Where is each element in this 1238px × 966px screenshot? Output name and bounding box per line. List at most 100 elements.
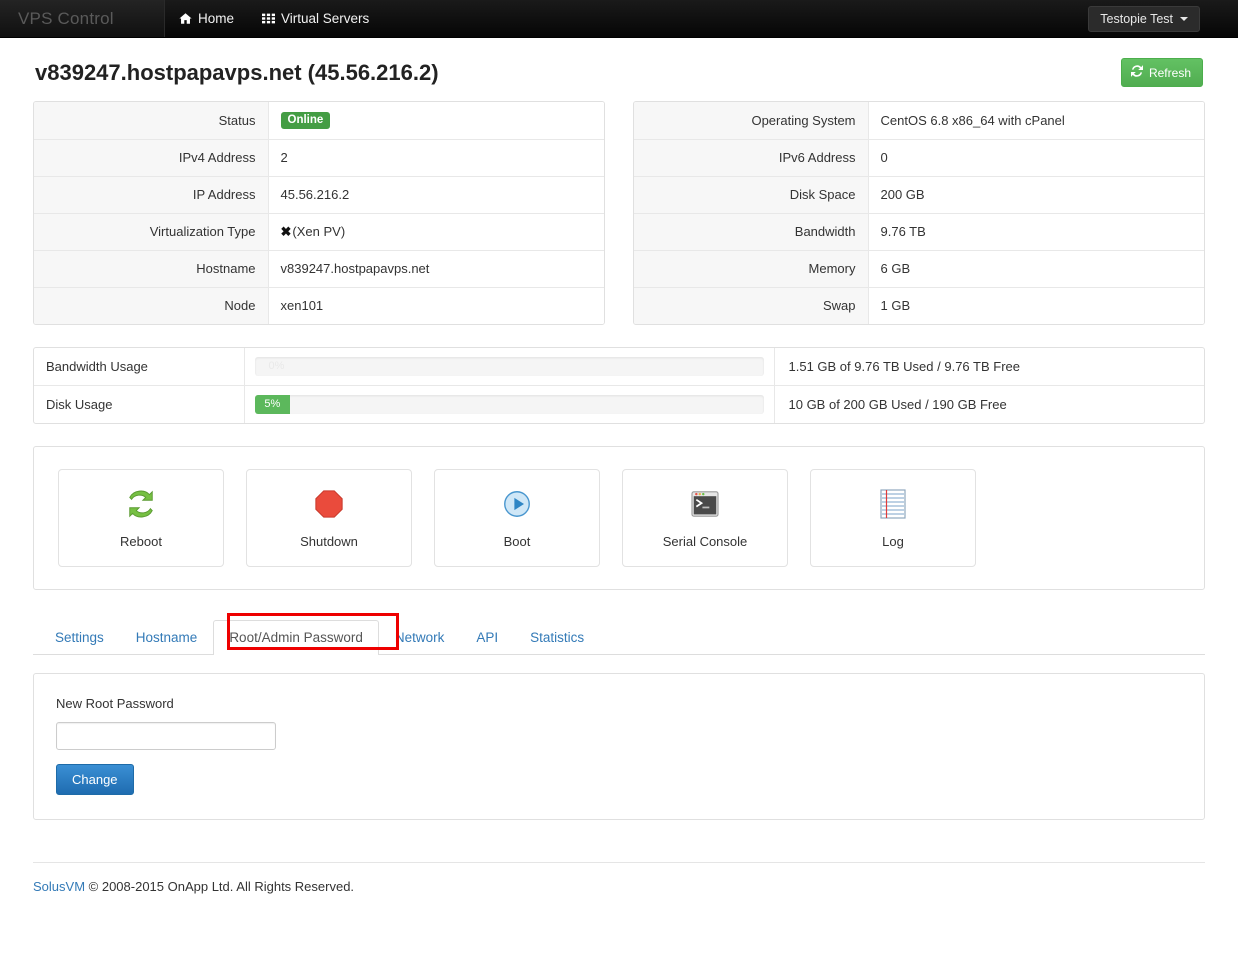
row-value: v839247.hostpapavps.net — [268, 250, 604, 287]
tab-settings[interactable]: Settings — [39, 620, 120, 655]
table-row: Operating System CentOS 6.8 x86_64 with … — [634, 102, 1204, 139]
server-info-left-panel: Status Online IPv4 Address 2 IP Address … — [33, 101, 605, 325]
nav-link-virtual-servers[interactable]: Virtual Servers — [248, 0, 383, 37]
usage-label-bandwidth: Bandwidth Usage — [34, 348, 245, 386]
row-label: Memory — [634, 250, 869, 287]
solusvm-link[interactable]: SolusVM — [33, 879, 85, 894]
progress-track: 0% — [254, 357, 764, 376]
tab-bar: Settings Hostname Root/Admin Password Ne… — [33, 613, 1205, 655]
server-info-left-table: Status Online IPv4 Address 2 IP Address … — [34, 102, 604, 324]
refresh-button[interactable]: Refresh — [1120, 58, 1203, 87]
row-value: 0 — [868, 139, 1204, 176]
reboot-icon — [126, 487, 156, 521]
table-row: Status Online — [34, 102, 604, 139]
page-container: v839247.hostpapavps.net (45.56.216.2) Re… — [33, 38, 1205, 894]
tab-statistics[interactable]: Statistics — [514, 620, 600, 655]
row-value: 45.56.216.2 — [268, 176, 604, 213]
row-label: Bandwidth — [634, 213, 869, 250]
table-row: Bandwidth 9.76 TB — [634, 213, 1204, 250]
shutdown-button[interactable]: Shutdown — [246, 469, 412, 567]
row-label: Hostname — [34, 250, 269, 287]
page-title: v839247.hostpapavps.net (45.56.216.2) — [35, 59, 439, 85]
nav-links: Home Virtual Servers — [165, 0, 383, 37]
log-button-label: Log — [882, 534, 904, 549]
row-value: (Xen PV) — [292, 223, 346, 239]
refresh-icon — [1130, 65, 1143, 80]
tab-network[interactable]: Network — [379, 620, 461, 655]
row-label: Operating System — [634, 102, 869, 139]
row-label: Virtualization Type — [34, 213, 269, 250]
server-info-section: Status Online IPv4 Address 2 IP Address … — [33, 101, 1205, 325]
row-value-status: Online — [268, 102, 604, 139]
table-row: Node xen101 — [34, 287, 604, 324]
row-value: 2 — [268, 139, 604, 176]
table-row: IP Address 45.56.216.2 — [34, 176, 604, 213]
server-info-right-table: Operating System CentOS 6.8 x86_64 with … — [634, 102, 1204, 324]
grid-icon — [262, 12, 276, 25]
table-row: Bandwidth Usage 0% 1.51 GB of 9.76 TB Us… — [34, 348, 1204, 386]
table-row: IPv4 Address 2 — [34, 139, 604, 176]
boot-button[interactable]: Boot — [434, 469, 600, 567]
progress-fill-bandwidth: 0% — [268, 360, 285, 372]
table-row: Virtualization Type ✖(Xen PV) — [34, 213, 604, 250]
xen-icon: ✖ — [280, 223, 292, 239]
progress-track: 5% — [254, 395, 764, 414]
new-root-password-input[interactable] — [56, 722, 276, 750]
chevron-down-icon — [1180, 17, 1188, 21]
row-value: 6 GB — [868, 250, 1204, 287]
row-value: xen101 — [268, 287, 604, 324]
row-label: IPv6 Address — [634, 139, 869, 176]
serial-console-button-label: Serial Console — [662, 534, 748, 549]
usage-text-bandwidth: 1.51 GB of 9.76 TB Used / 9.76 TB Free — [788, 359, 1020, 374]
new-root-password-label: New Root Password — [56, 696, 174, 711]
usage-bar-cell-bandwidth: 0% — [244, 348, 775, 386]
usage-bar-cell-disk: 5% — [244, 385, 775, 423]
nav-link-virtual-servers-label: Virtual Servers — [281, 11, 370, 26]
row-value: 9.76 TB — [868, 213, 1204, 250]
footer-text: © 2008-2015 OnApp Ltd. All Rights Reserv… — [85, 879, 355, 894]
brand-logo[interactable]: VPS Control — [0, 0, 165, 37]
log-icon — [880, 487, 906, 521]
tab-hostname[interactable]: Hostname — [120, 620, 214, 655]
status-badge: Online — [280, 112, 331, 130]
row-label: IPv4 Address — [34, 139, 269, 176]
serial-console-button[interactable]: Serial Console — [622, 469, 788, 567]
row-label: Status — [34, 102, 269, 139]
row-label: Swap — [634, 287, 869, 324]
reboot-button-label: Reboot — [120, 534, 162, 549]
refresh-button-label: Refresh — [1148, 65, 1191, 80]
table-row: IPv6 Address 0 — [634, 139, 1204, 176]
change-password-button[interactable]: Change — [56, 764, 134, 795]
table-row: Swap 1 GB — [634, 287, 1204, 324]
boot-button-label: Boot — [503, 534, 531, 549]
home-icon — [179, 12, 192, 25]
reboot-button[interactable]: Reboot — [58, 469, 224, 567]
row-label: IP Address — [34, 176, 269, 213]
table-row: Hostname v839247.hostpapavps.net — [34, 250, 604, 287]
usage-table: Bandwidth Usage 0% 1.51 GB of 9.76 TB Us… — [34, 348, 1204, 423]
usage-panel: Bandwidth Usage 0% 1.51 GB of 9.76 TB Us… — [33, 347, 1205, 424]
row-value: CentOS 6.8 x86_64 with cPanel — [868, 102, 1204, 139]
shutdown-icon — [315, 487, 343, 521]
actions-row: Reboot Shutdown Boot Serial Console Log — [58, 469, 1180, 567]
terminal-icon — [691, 487, 719, 521]
tab-root-admin-password[interactable]: Root/Admin Password — [213, 619, 379, 655]
nav-link-home-label: Home — [198, 11, 235, 26]
usage-label-disk: Disk Usage — [34, 385, 245, 423]
row-value-virtualization: ✖(Xen PV) — [268, 213, 604, 250]
page-footer: SolusVM © 2008-2015 OnApp Ltd. All Right… — [33, 862, 1205, 894]
shutdown-button-label: Shutdown — [300, 534, 358, 549]
table-row: Disk Usage 5% 10 GB of 200 GB Used / 190… — [34, 385, 1204, 423]
user-menu-label: Testopie Test — [1100, 12, 1173, 26]
progress-fill-disk: 5% — [254, 395, 291, 414]
row-label: Disk Space — [634, 176, 869, 213]
nav-link-home[interactable]: Home — [165, 0, 248, 37]
log-button[interactable]: Log — [810, 469, 976, 567]
row-value: 200 GB — [868, 176, 1204, 213]
table-row: Disk Space 200 GB — [634, 176, 1204, 213]
server-info-right-panel: Operating System CentOS 6.8 x86_64 with … — [633, 101, 1205, 325]
tab-api[interactable]: API — [460, 620, 514, 655]
user-menu[interactable]: Testopie Test — [1088, 6, 1200, 32]
table-row: Memory 6 GB — [634, 250, 1204, 287]
row-value: 1 GB — [868, 287, 1204, 324]
